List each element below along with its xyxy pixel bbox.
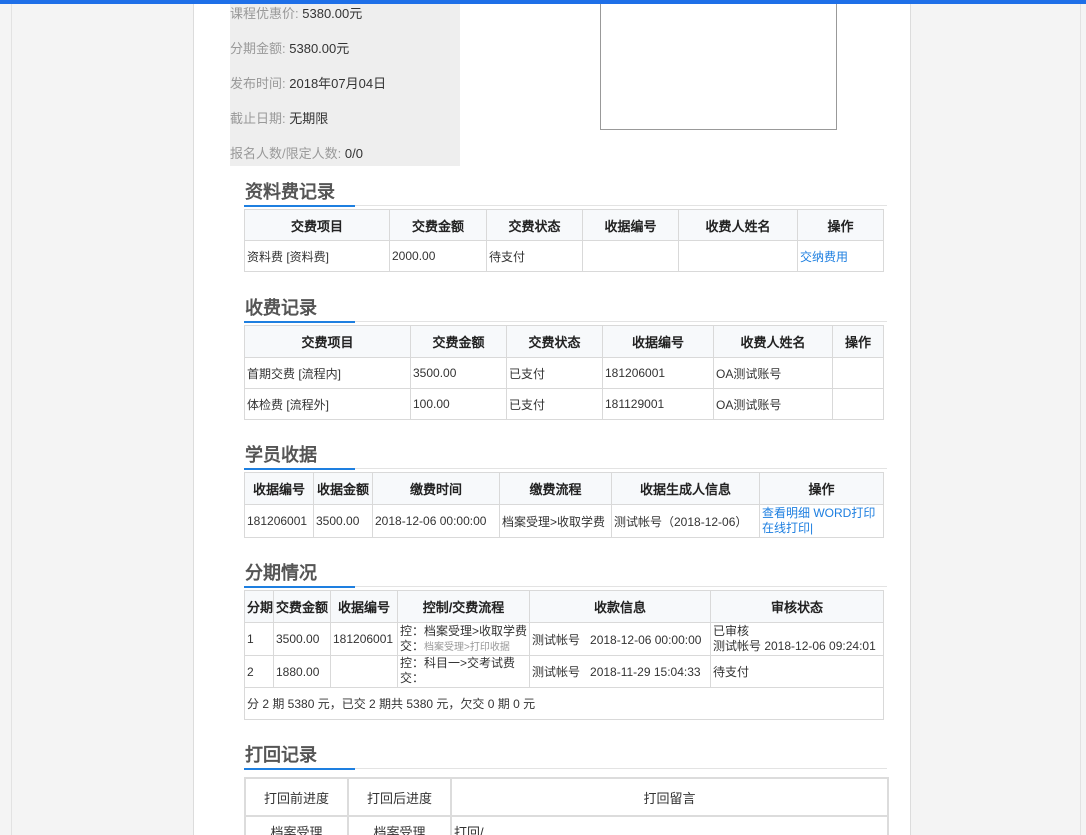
return-record-table: 打回前进度 打回后进度 打回留言 档案受理 档案受理 打回/ [244, 777, 889, 835]
table-row: 2 1880.00 控：科目一>交考试费 交： 测试帐号 2018-11-29 … [244, 655, 884, 688]
left-guide-line [11, 0, 12, 835]
table-header-row: 打回前进度 打回后进度 打回留言 [244, 777, 889, 817]
table-header-row: 收据编号 收据金额 缴费时间 缴费流程 收据生成人信息 操作 [244, 472, 884, 505]
discount-price-row: 课程优惠价: 5380.00元 [230, 6, 363, 21]
right-guide-line [1080, 0, 1081, 835]
section-title-student-receipt: 学员收据 [244, 445, 887, 470]
view-detail-link[interactable]: 查看明细 [762, 506, 810, 520]
deadline-row: 截止日期: 无期限 [230, 111, 329, 126]
table-row: 体检费 [流程外] 100.00 已支付 181129001 OA测试账号 [244, 388, 884, 420]
section-title-material-fee: 资料费记录 [244, 182, 887, 207]
table-row: 1 3500.00 181206001 控：档案受理>收取学费 交：档案受理>打… [244, 622, 884, 656]
section-title-installments: 分期情况 [244, 563, 887, 588]
table-header-row: 交费项目 交费金额 交费状态 收据编号 收费人姓名 操作 [244, 209, 884, 241]
course-image-frame [600, 0, 837, 130]
receipt-actions: 查看明细 WORD打印 在线打印| [759, 504, 884, 538]
pay-fee-link[interactable]: 交纳费用 [800, 250, 848, 264]
top-accent-bar [0, 0, 1086, 4]
section-title-fee-record: 收费记录 [244, 298, 887, 323]
table-header-row: 分期 交费金额 收据编号 控制/交费流程 收款信息 审核状态 [244, 590, 884, 623]
student-receipt-table: 收据编号 收据金额 缴费时间 缴费流程 收据生成人信息 操作 181206001… [244, 472, 884, 538]
table-row: 首期交费 [流程内] 3500.00 已支付 181206001 OA测试账号 [244, 357, 884, 389]
word-print-link[interactable]: WORD打印 [813, 506, 875, 520]
table-row: 资料费 [资料费] 2000.00 待支付 交纳费用 [244, 240, 884, 272]
table-row: 181206001 3500.00 2018-12-06 00:00:00 档案… [244, 504, 884, 538]
enrollment-row: 报名人数/限定人数: 0/0 [230, 146, 363, 161]
table-row: 档案受理 档案受理 打回/ [244, 815, 889, 835]
fee-record-table: 交费项目 交费金额 交费状态 收据编号 收费人姓名 操作 首期交费 [流程内] … [244, 325, 884, 420]
installments-table: 分期 交费金额 收据编号 控制/交费流程 收款信息 审核状态 1 3500.00… [244, 590, 884, 720]
installment-summary-row: 分 2 期 5380 元，已交 2 期共 5380 元，欠交 0 期 0 元 [244, 687, 884, 720]
installment-amount-row: 分期金额: 5380.00元 [230, 41, 350, 56]
publish-time-row: 发布时间: 2018年07月04日 [230, 76, 387, 91]
table-header-row: 交费项目 交费金额 交费状态 收据编号 收费人姓名 操作 [244, 325, 884, 358]
section-title-return-record: 打回记录 [244, 745, 887, 770]
online-print-link[interactable]: 在线打印| [762, 521, 813, 535]
material-fee-table: 交费项目 交费金额 交费状态 收据编号 收费人姓名 操作 资料费 [资料费] 2… [244, 209, 884, 272]
